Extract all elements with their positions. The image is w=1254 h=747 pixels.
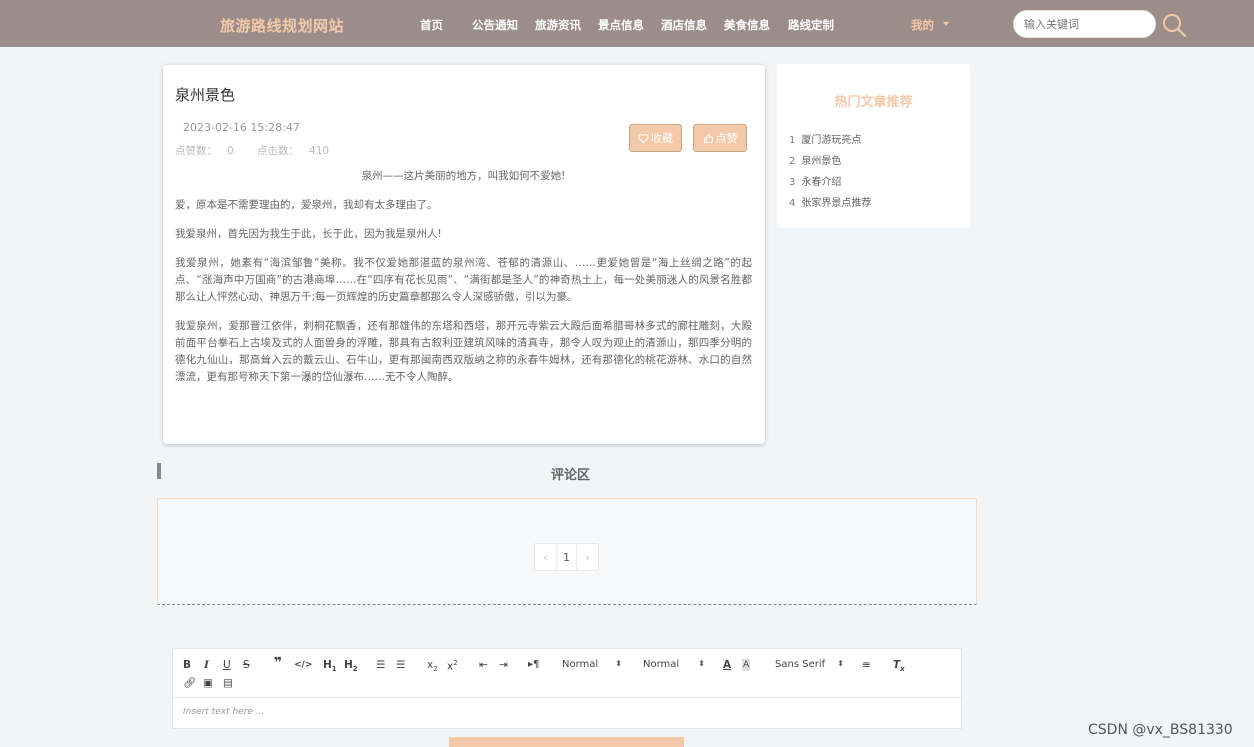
editor-toolbar: B I U S ❞ </> H1 H2 ☰ ☰ x2 x2 ⇤ ⇥ ▸¶ Nor… — [173, 649, 961, 698]
text-color-icon[interactable]: A — [723, 659, 731, 671]
submit-comment-button[interactable] — [449, 737, 684, 747]
next-page-button[interactable]: › — [577, 544, 598, 570]
thumbs-up-icon — [703, 133, 713, 143]
nav-mine-dropdown[interactable]: 我的 — [911, 17, 934, 33]
outdent-icon[interactable]: ⇤ — [479, 659, 488, 671]
site-title[interactable]: 旅游路线规划网站 — [220, 15, 344, 36]
article-paragraph: 我爱泉州，爱那晋江依伴，刺桐花飘香，还有那雄伟的东塔和西塔，那开元寺紫云大殿后面… — [175, 320, 752, 383]
search-icon[interactable] — [1161, 12, 1187, 38]
article-stats: 点赞数： 0 点击数： 410 — [175, 143, 349, 158]
video-icon[interactable]: ▤ — [223, 677, 233, 689]
underline-icon[interactable]: U — [223, 659, 231, 671]
italic-icon[interactable]: I — [204, 659, 209, 671]
link-icon[interactable]: 🔗︎ — [183, 677, 196, 689]
heading2-icon[interactable]: H2 — [344, 659, 358, 675]
nav-announcements[interactable]: 公告通知 — [472, 17, 518, 33]
indent-icon[interactable]: ⇥ — [499, 659, 508, 671]
bold-icon[interactable]: B — [183, 659, 191, 671]
article-body: 泉州——这片美丽的地方，叫我如何不爱她! 爱，原本是不需要理由的，爱泉州，我却有… — [175, 168, 752, 398]
watermark-text: CSDN @vx_BS81330 — [1088, 722, 1233, 738]
caret-down-icon — [943, 22, 949, 26]
nav-home[interactable]: 首页 — [420, 17, 443, 33]
prev-page-button[interactable]: ‹ — [535, 544, 556, 570]
hot-article-item[interactable]: 3 永春介绍 — [789, 174, 871, 195]
strikethrough-icon[interactable]: S — [243, 659, 250, 671]
article-paragraph: 我爱泉州，她素有“海滨邹鲁”美称。我不仅爱她那湛蓝的泉州湾、苍郁的清源山、……更… — [175, 257, 752, 303]
article-date: 2023-02-16 15:28:47 — [183, 121, 300, 134]
header-select[interactable]: Normal ⬍ — [562, 659, 622, 670]
like-button[interactable]: 点赞 — [693, 124, 747, 152]
clicks-count: 点击数： 410 — [257, 145, 330, 157]
font-select[interactable]: Sans Serif ⬍ — [775, 659, 844, 670]
heading1-icon[interactable]: H1 — [323, 659, 337, 675]
nav-food[interactable]: 美食信息 — [724, 17, 770, 33]
heart-icon — [638, 133, 649, 143]
bullet-list-icon[interactable]: ☰ — [396, 659, 405, 671]
background-color-icon[interactable]: A — [742, 659, 751, 671]
code-block-icon[interactable]: </> — [294, 659, 312, 671]
article-card: 泉州景色 2023-02-16 15:28:47 点赞数： 0 点击数： 410 收… — [163, 65, 765, 444]
rich-text-editor: B I U S ❞ </> H1 H2 ☰ ☰ x2 x2 ⇤ ⇥ ▸¶ Nor… — [172, 648, 962, 729]
hot-articles-list: 1 厦门游玩亮点 2 泉州景色 3 永春介绍 4 张家界景点推荐 — [789, 132, 871, 216]
hot-article-item[interactable]: 1 厦门游玩亮点 — [789, 132, 871, 153]
article-paragraph: 泉州——这片美丽的地方，叫我如何不爱她! — [361, 170, 566, 182]
nav-attractions[interactable]: 景点信息 — [598, 17, 644, 33]
nav-hotels[interactable]: 酒店信息 — [661, 17, 707, 33]
nav-travel-news[interactable]: 旅游资讯 — [535, 17, 581, 33]
likes-count: 点赞数： 0 — [175, 145, 234, 157]
align-icon[interactable]: ≡ — [862, 659, 871, 671]
top-nav: 旅游路线规划网站 首页 公告通知 旅游资讯 景点信息 酒店信息 美食信息 路线定… — [0, 0, 1254, 47]
hot-articles-panel: 热门文章推荐 1 厦门游玩亮点 2 泉州景色 3 永春介绍 4 张家界景点推荐 — [777, 64, 970, 228]
section-marker — [157, 463, 161, 479]
article-title: 泉州景色 — [175, 86, 236, 104]
clear-format-icon[interactable]: Tx — [893, 659, 905, 675]
article-paragraph: 爱，原本是不需要理由的，爱泉州，我却有太多理由了。 — [175, 199, 438, 211]
nav-route-custom[interactable]: 路线定制 — [788, 17, 834, 33]
hot-article-item[interactable]: 2 泉州景色 — [789, 153, 871, 174]
size-select[interactable]: Normal ⬍ — [643, 659, 705, 670]
text-direction-icon[interactable]: ▸¶ — [528, 659, 539, 671]
hot-article-item[interactable]: 4 张家界景点推荐 — [789, 195, 871, 216]
image-icon[interactable]: ▣ — [203, 677, 213, 689]
hot-articles-title: 热门文章推荐 — [834, 95, 913, 110]
subscript-icon[interactable]: x2 — [427, 659, 438, 675]
search-input[interactable] — [1013, 10, 1156, 38]
pagination: ‹ 1 › — [534, 543, 599, 571]
superscript-icon[interactable]: x2 — [447, 657, 458, 673]
page-number-button[interactable]: 1 — [556, 544, 577, 570]
editor-content-area[interactable]: Insert text here ... — [183, 707, 264, 717]
blockquote-icon[interactable]: ❞ — [274, 656, 282, 670]
article-paragraph: 我爱泉州，首先因为我生于此，长于此，因为我是泉州人! — [175, 228, 442, 240]
ordered-list-icon[interactable]: ☰ — [376, 659, 385, 671]
comments-title: 评论区 — [551, 468, 591, 483]
favorite-button[interactable]: 收藏 — [629, 124, 682, 152]
